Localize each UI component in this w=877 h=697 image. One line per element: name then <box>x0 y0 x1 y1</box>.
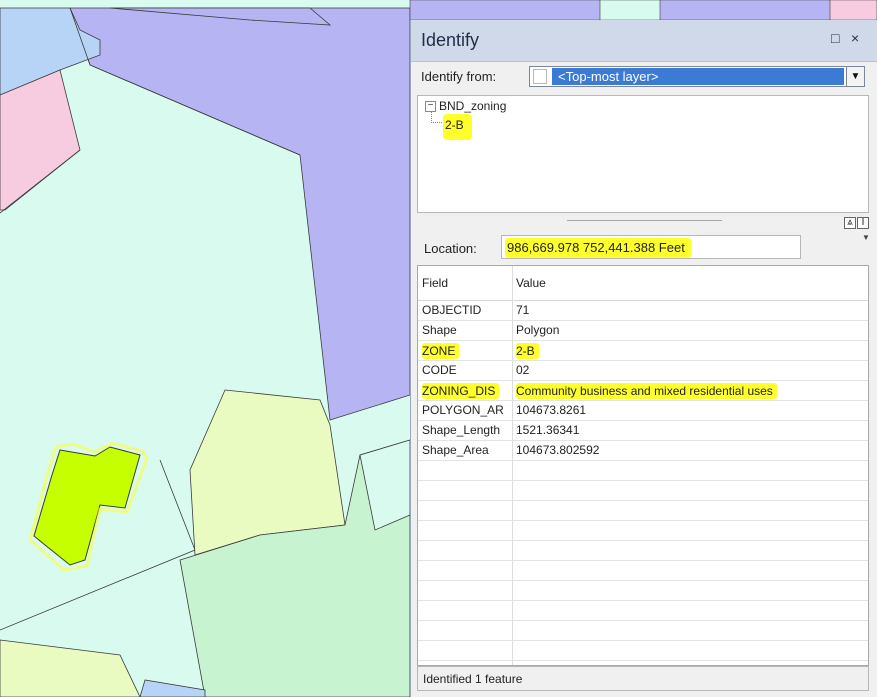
layer-swatch-icon <box>533 69 547 84</box>
cell-value: Polygon <box>516 323 560 337</box>
empty-row <box>418 461 868 481</box>
location-value: 986,669.978 752,441.388 Feet <box>505 238 691 258</box>
identify-from-row: Identify from: <Top-most layer> ▼ <box>411 63 877 93</box>
empty-row <box>418 521 868 541</box>
cell-value: 71 <box>516 303 530 317</box>
location-row: Location: 986,669.978 752,441.388 Feet <box>417 233 869 263</box>
status-text: Identified 1 feature <box>423 672 523 686</box>
location-label: Location: <box>424 241 477 256</box>
close-icon[interactable]: × <box>851 30 859 46</box>
attribute-table: Field Value OBJECTID 71 Shape Polygon ZONE 2-… <box>417 265 869 666</box>
header-field[interactable]: Field <box>422 276 448 290</box>
header-value[interactable]: Value <box>516 276 546 290</box>
identify-from-label: Identify from: <box>421 69 497 84</box>
cell-field: CODE <box>422 363 457 377</box>
expand-icon[interactable]: ⩓ <box>844 217 856 229</box>
empty-row <box>418 641 868 661</box>
table-row[interactable]: Shape_Length 1521.36341 <box>418 421 868 441</box>
cell-field: OBJECTID <box>422 303 482 317</box>
empty-row <box>418 541 868 561</box>
identify-from-select[interactable]: <Top-most layer> ▼ <box>529 66 865 87</box>
cell-field: Shape <box>422 323 457 337</box>
table-header: Field Value <box>418 266 868 301</box>
cell-value: 104673.802592 <box>516 443 600 457</box>
cell-value: 02 <box>516 363 530 377</box>
split-icon[interactable]: I <box>857 217 869 229</box>
cell-field: ZONE <box>422 343 460 359</box>
status-bar: Identified 1 feature <box>417 666 869 691</box>
cell-value: Community business and mixed residential… <box>516 383 777 399</box>
table-row[interactable]: ZONE 2-B <box>418 341 868 361</box>
table-row[interactable]: OBJECTID 71 <box>418 301 868 321</box>
table-row[interactable]: Shape_Area 104673.802592 <box>418 441 868 461</box>
table-row[interactable]: ZONING_DIS Community business and mixed r… <box>418 381 868 401</box>
location-field[interactable]: 986,669.978 752,441.388 Feet <box>501 235 801 259</box>
tree-node-layer[interactable]: − BND_zoning <box>425 99 506 113</box>
splitter-buttons: ⩓ I <box>843 217 869 229</box>
layer-name: BND_zoning <box>439 99 507 113</box>
table-row[interactable]: POLYGON_AR 104673.8261 <box>418 401 868 421</box>
empty-row <box>418 501 868 521</box>
splitter-grip[interactable] <box>567 220 722 221</box>
cell-field: Shape_Area <box>422 443 489 457</box>
identify-titlebar[interactable]: Identify □ × <box>411 20 877 62</box>
pane-splitter[interactable]: ⩓ I <box>417 213 869 233</box>
cell-field: Shape_Length <box>422 423 501 437</box>
cell-value: 2-B <box>516 343 539 359</box>
empty-row <box>418 601 868 621</box>
tree-connector <box>431 112 442 123</box>
cell-field: POLYGON_AR <box>422 403 504 417</box>
tree-node-feature[interactable]: 2-B <box>443 114 472 140</box>
window-title: Identify <box>421 30 480 50</box>
identify-window: Identify □ × Identify from: <Top-most la… <box>410 20 877 697</box>
collapse-icon[interactable]: − <box>425 101 436 113</box>
restore-icon[interactable]: □ <box>831 30 839 46</box>
results-tree: − BND_zoning 2-B <box>417 95 869 213</box>
location-dropdown-icon[interactable]: ▼ <box>862 233 870 242</box>
cell-value: 1521.36341 <box>516 423 580 437</box>
empty-row <box>418 481 868 501</box>
empty-row <box>418 581 868 601</box>
cell-value: 104673.8261 <box>516 403 587 417</box>
identify-from-value: <Top-most layer> <box>552 68 844 85</box>
empty-row <box>418 561 868 581</box>
table-body: OBJECTID 71 Shape Polygon ZONE 2-B CODE 02 ZONIN… <box>418 301 868 665</box>
table-row[interactable]: Shape Polygon <box>418 321 868 341</box>
table-row[interactable]: CODE 02 <box>418 361 868 381</box>
chevron-down-icon[interactable]: ▼ <box>846 67 864 86</box>
cell-field: ZONING_DIS <box>422 383 500 399</box>
empty-row <box>418 621 868 641</box>
